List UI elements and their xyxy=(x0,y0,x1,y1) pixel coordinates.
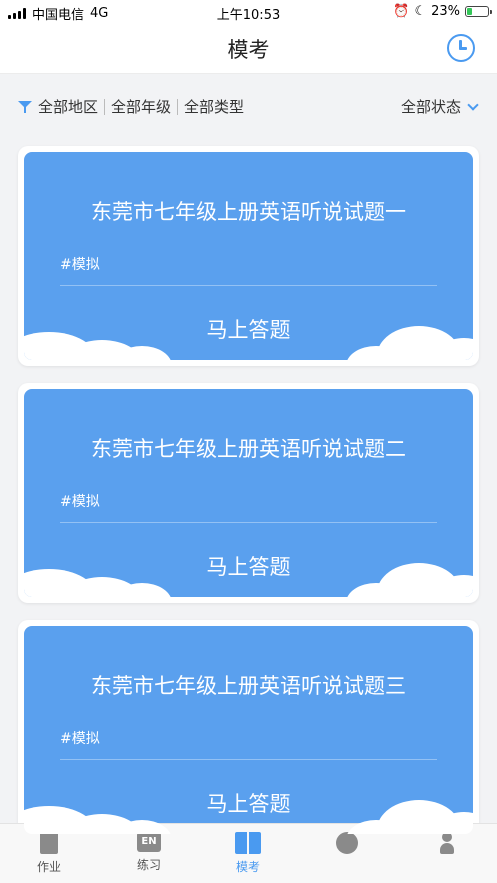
filter-grade[interactable]: 全部年级 xyxy=(105,96,177,117)
profile-icon xyxy=(440,832,454,854)
tab-homework[interactable]: 作业 xyxy=(14,832,84,875)
start-exam-button[interactable]: 马上答题 xyxy=(24,314,473,344)
chevron-down-icon xyxy=(467,98,479,111)
tab-profile[interactable] xyxy=(412,832,482,858)
exam-card[interactable]: 东莞市七年级上册英语听说试题三 #模拟 马上答题 xyxy=(18,620,479,840)
moon-icon: ☾ xyxy=(414,4,427,19)
tab-mock-exam[interactable]: 模考 xyxy=(213,832,283,875)
filter-status[interactable]: 全部状态 xyxy=(400,96,479,117)
status-right: ⏰ ☾ 23% xyxy=(393,4,492,19)
tab-label: 模考 xyxy=(235,860,260,874)
page-title: 模考 xyxy=(227,38,270,62)
en-practice-icon: EN xyxy=(137,832,161,852)
exam-card-body: 东莞市七年级上册英语听说试题一 #模拟 马上答题 xyxy=(24,152,473,360)
open-book-icon xyxy=(235,832,261,854)
start-exam-button[interactable]: 马上答题 xyxy=(24,788,473,818)
discover-icon xyxy=(336,832,358,854)
filter-bar: 全部地区 全部年级 全部类型 全部状态 xyxy=(0,84,497,128)
filter-icon xyxy=(18,100,32,114)
exam-list: 东莞市七年级上册英语听说试题一 #模拟 马上答题 东莞市七年级上册英语听说试题二… xyxy=(18,146,479,857)
filter-status-label: 全部状态 xyxy=(400,98,461,116)
battery-fill xyxy=(467,8,472,15)
tab-label: 练习 xyxy=(136,858,161,872)
battery-icon xyxy=(465,6,492,17)
filter-group: 全部地区 全部年级 全部类型 xyxy=(18,96,250,117)
nav-bar: 模考 xyxy=(0,24,497,74)
battery-percent: 23% xyxy=(431,4,460,19)
exam-card-body: 东莞市七年级上册英语听说试题二 #模拟 马上答题 xyxy=(24,389,473,597)
alarm-icon: ⏰ xyxy=(393,4,410,19)
status-bar: 中国电信 4G 上午10:53 ⏰ ☾ 23% xyxy=(0,0,497,24)
filter-region[interactable]: 全部地区 xyxy=(38,96,104,117)
tab-practice[interactable]: EN 练习 xyxy=(114,832,184,873)
start-exam-button[interactable]: 马上答题 xyxy=(24,551,473,581)
tab-discover[interactable] xyxy=(312,832,382,858)
exam-card[interactable]: 东莞市七年级上册英语听说试题二 #模拟 马上答题 xyxy=(18,383,479,603)
filter-type[interactable]: 全部类型 xyxy=(178,96,250,117)
homework-icon xyxy=(40,832,58,854)
clock-icon[interactable] xyxy=(447,34,475,62)
tab-label: 作业 xyxy=(36,860,61,874)
exam-card-body: 东莞市七年级上册英语听说试题三 #模拟 马上答题 xyxy=(24,626,473,834)
exam-card[interactable]: 东莞市七年级上册英语听说试题一 #模拟 马上答题 xyxy=(18,146,479,366)
